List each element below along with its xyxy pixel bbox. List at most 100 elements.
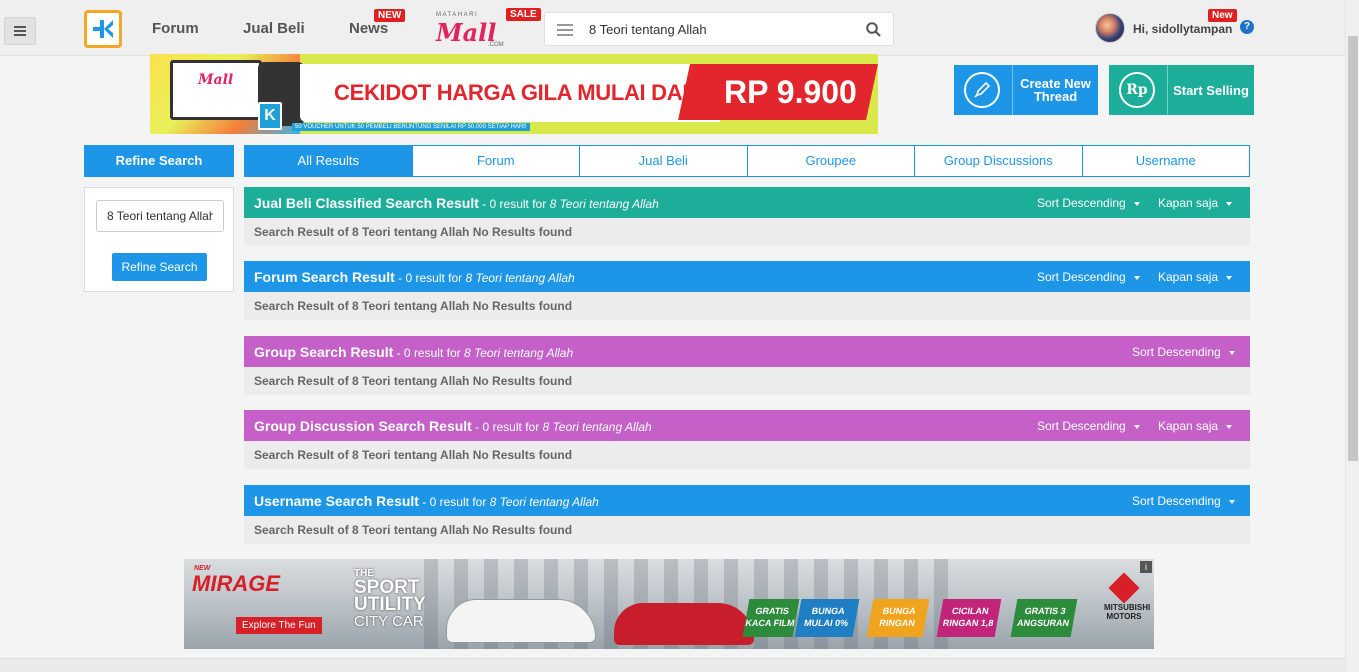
tab-jual-beli[interactable]: Jual Beli bbox=[580, 145, 748, 177]
time-filter-dropdown[interactable]: Kapan saja bbox=[1158, 196, 1233, 210]
caret-down-icon bbox=[1226, 424, 1233, 429]
time-filter-dropdown[interactable]: Kapan saja bbox=[1158, 419, 1233, 433]
result-count: - 0 result for bbox=[394, 271, 466, 285]
monitor-illustration bbox=[170, 60, 262, 120]
tab-group-discussions[interactable]: Group Discussions bbox=[915, 145, 1083, 177]
nav-jual-beli-link[interactable]: Jual Beli bbox=[243, 20, 305, 37]
user-greeting[interactable]: Hi, sidollytampan bbox=[1133, 22, 1232, 36]
start-selling-button[interactable]: Rp Start Selling bbox=[1109, 65, 1254, 115]
news-new-badge: NEW bbox=[374, 9, 406, 22]
no-results-message: Search Result of 8 Teori tentang Allah N… bbox=[244, 516, 1250, 544]
mitsubishi-wordmark: MITSUBISHI MOTORS bbox=[1104, 603, 1151, 621]
promo-light-installment: CICILAN RINGAN 1,8 bbox=[936, 599, 1002, 637]
create-thread-button[interactable]: Create New Thread bbox=[954, 65, 1098, 115]
ad-brand: MIRAGE bbox=[192, 571, 280, 596]
section-title-line: Group Search Result - 0 result for 8 Teo… bbox=[254, 344, 573, 360]
promo-free-installments: GRATIS 3 ANGSURAN bbox=[1010, 599, 1078, 637]
banner-k-badge: K bbox=[258, 102, 282, 130]
pencil-icon bbox=[964, 72, 1000, 108]
username-result-section: Username Search Result - 0 result for 8 … bbox=[244, 485, 1250, 544]
section-header: Forum Search Result - 0 result for 8 Teo… bbox=[244, 261, 1250, 292]
ad-tagline: THE SPORT UTILITY CITY CAR bbox=[354, 569, 426, 631]
sort-label: Sort Descending bbox=[1037, 270, 1126, 284]
refine-search-panel: Refine Search bbox=[84, 187, 234, 292]
kaskus-k-icon bbox=[93, 20, 113, 38]
mitsubishi-logo: MITSUBISHI MOTORS bbox=[1104, 572, 1150, 637]
sort-dropdown[interactable]: Sort Descending bbox=[1132, 345, 1235, 359]
promo-light-interest: BUNGA RINGAN bbox=[866, 599, 930, 637]
caret-down-icon bbox=[1133, 201, 1140, 206]
ad-tagline-city-car: CITY CAR bbox=[354, 613, 424, 630]
result-count: - 0 result for bbox=[478, 197, 550, 211]
sort-dropdown[interactable]: Sort Descending bbox=[1037, 419, 1140, 433]
sort-label: Sort Descending bbox=[1132, 345, 1221, 359]
ad-explore-button[interactable]: Explore The Fun bbox=[236, 617, 322, 634]
rupiah-icon: Rp bbox=[1119, 72, 1155, 108]
section-title-line: Username Search Result - 0 result for 8 … bbox=[254, 493, 599, 509]
nav-news-link[interactable]: News bbox=[349, 20, 388, 37]
caret-down-icon bbox=[1228, 350, 1235, 355]
mall-brand-com: .COM bbox=[488, 42, 504, 48]
menu-toggle-button[interactable] bbox=[4, 17, 36, 45]
section-title-line: Forum Search Result - 0 result for 8 Teo… bbox=[254, 269, 575, 285]
no-results-message: Search Result of 8 Teori tentang Allah N… bbox=[244, 441, 1250, 469]
caret-down-icon bbox=[1133, 424, 1140, 429]
advertisement-banner[interactable]: NEW MIRAGE Explore The Fun THE SPORT UTI… bbox=[184, 559, 1154, 649]
section-header: Username Search Result - 0 result for 8 … bbox=[244, 485, 1250, 516]
top-navbar: Forum Jual Beli News NEW MATAHARI Mall .… bbox=[0, 0, 1345, 56]
time-filter-dropdown[interactable]: Kapan saja bbox=[1158, 270, 1233, 284]
search-query: 8 Teori tentang Allah bbox=[542, 420, 652, 434]
vertical-scrollbar[interactable] bbox=[1345, 0, 1359, 672]
hamburger-icon bbox=[14, 26, 26, 36]
section-header: Group Discussion Search Result - 0 resul… bbox=[244, 410, 1250, 441]
section-title: Group Discussion Search Result bbox=[254, 418, 472, 434]
section-title: Group Search Result bbox=[254, 344, 394, 360]
kaskus-logo[interactable] bbox=[84, 10, 122, 48]
help-icon[interactable]: ? bbox=[1240, 20, 1254, 34]
tab-all-results[interactable]: All Results bbox=[244, 145, 413, 177]
user-avatar[interactable] bbox=[1095, 13, 1125, 43]
ad-tagline-utility: UTILITY bbox=[354, 594, 426, 615]
banner-fine-print: 50 VOUCHER UNTUK 50 PEMBELI BERUNTUNG SE… bbox=[292, 123, 530, 131]
jual-beli-result-section: Jual Beli Classified Search Result - 0 r… bbox=[244, 187, 1250, 246]
nav-forum-link[interactable]: Forum bbox=[152, 20, 199, 37]
promo-banner[interactable]: Mall CEKIDOT HARGA GILA MULAI DARI RP 9.… bbox=[150, 54, 878, 134]
white-car-image bbox=[446, 599, 596, 643]
search-icon[interactable] bbox=[866, 22, 881, 37]
bottom-bar bbox=[0, 658, 1345, 672]
banner-price: RP 9.900 bbox=[724, 74, 857, 110]
sort-label: Sort Descending bbox=[1037, 419, 1126, 433]
promo-free-film: GRATIS KACA FILM bbox=[742, 599, 800, 637]
list-icon[interactable] bbox=[557, 24, 573, 36]
search-query: 8 Teori tentang Allah bbox=[549, 197, 659, 211]
search-bar bbox=[544, 12, 894, 46]
tab-forum[interactable]: Forum bbox=[412, 145, 580, 177]
start-selling-label: Start Selling bbox=[1173, 82, 1249, 98]
time-filter-label: Kapan saja bbox=[1158, 270, 1219, 284]
caret-down-icon bbox=[1133, 275, 1140, 280]
tab-username[interactable]: Username bbox=[1082, 145, 1250, 177]
section-header: Group Search Result - 0 result for 8 Teo… bbox=[244, 336, 1250, 367]
sort-dropdown[interactable]: Sort Descending bbox=[1037, 270, 1140, 284]
matahari-mall-link[interactable]: MATAHARI Mall .COM SALE bbox=[432, 8, 541, 50]
result-count: - 0 result for bbox=[471, 420, 543, 434]
search-input[interactable] bbox=[589, 13, 859, 45]
red-car-image bbox=[614, 603, 754, 645]
no-results-message: Search Result of 8 Teori tentang Allah N… bbox=[244, 218, 1250, 246]
sort-label: Sort Descending bbox=[1037, 196, 1126, 210]
refine-search-input[interactable] bbox=[96, 200, 224, 232]
sort-dropdown[interactable]: Sort Descending bbox=[1037, 196, 1140, 210]
section-title-line: Jual Beli Classified Search Result - 0 r… bbox=[254, 195, 659, 211]
sort-label: Sort Descending bbox=[1132, 494, 1221, 508]
refine-search-button[interactable]: Refine Search bbox=[112, 253, 207, 281]
ad-info-icon[interactable]: i bbox=[1140, 561, 1152, 573]
sort-dropdown[interactable]: Sort Descending bbox=[1132, 494, 1235, 508]
tab-groupee[interactable]: Groupee bbox=[747, 145, 915, 177]
user-new-badge: New bbox=[1208, 9, 1237, 22]
caret-down-icon bbox=[1226, 275, 1233, 280]
scrollbar-thumb[interactable] bbox=[1348, 36, 1358, 461]
banner-headline: CEKIDOT HARGA GILA MULAI DARI bbox=[334, 80, 704, 105]
result-tabs: All Results Forum Jual Beli Groupee Grou… bbox=[244, 145, 1250, 177]
search-query: 8 Teori tentang Allah bbox=[489, 495, 599, 509]
caret-down-icon bbox=[1228, 499, 1235, 504]
